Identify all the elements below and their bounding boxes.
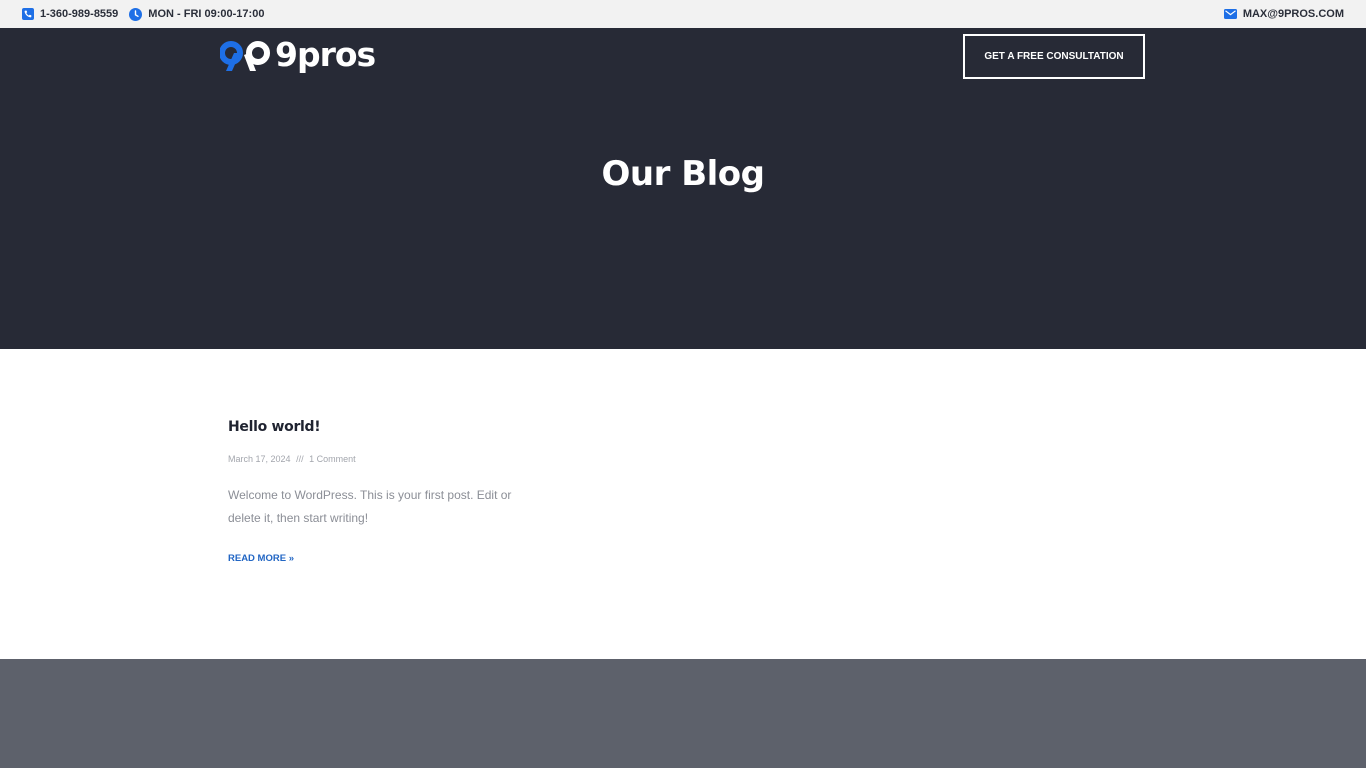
top-bar-email: MAX@9PROS.COM [1223, 0, 1344, 28]
email-contact[interactable]: MAX@9PROS.COM [1223, 8, 1344, 20]
site-logo[interactable]: 9pros [220, 38, 376, 73]
top-bar: 1-360-989-8559 MON - FRI 09:00-17:00 MAX… [0, 0, 1366, 28]
email-address: MAX@9PROS.COM [1242, 8, 1344, 20]
mail-icon [1223, 9, 1237, 19]
post-excerpt: Welcome to WordPress. This is your first… [228, 488, 512, 525]
phone-number: 1-360-989-8559 [40, 8, 119, 20]
read-more-link[interactable]: READ MORE » [228, 553, 294, 564]
hero-section: 9pros GET A FREE CONSULTATION Our Blog [0, 28, 1366, 349]
phone-icon [22, 8, 34, 20]
post-title[interactable]: Hello world! [228, 419, 321, 435]
hours-text: MON - FRI 09:00-17:00 [148, 8, 265, 20]
top-bar-contact: 1-360-989-8559 MON - FRI 09:00-17:00 [22, 0, 264, 28]
meta-separator: /// [296, 454, 304, 464]
logo-mark-icon [220, 41, 270, 71]
business-hours: MON - FRI 09:00-17:00 [129, 7, 265, 21]
phone-contact[interactable]: 1-360-989-8559 [22, 8, 118, 20]
post-date: March 17, 2024 [228, 454, 291, 464]
post-comments[interactable]: 1 Comment [309, 454, 356, 464]
blog-content: Hello world! March 17, 2024 /// 1 Commen… [0, 349, 1366, 659]
page-title: Our Blog [601, 154, 765, 194]
free-consultation-button[interactable]: GET A FREE CONSULTATION [963, 34, 1145, 79]
post-meta: March 17, 2024 /// 1 Comment [228, 454, 356, 464]
clock-icon [129, 7, 143, 21]
logo-text: 9pros [275, 35, 376, 74]
footer [0, 659, 1366, 768]
